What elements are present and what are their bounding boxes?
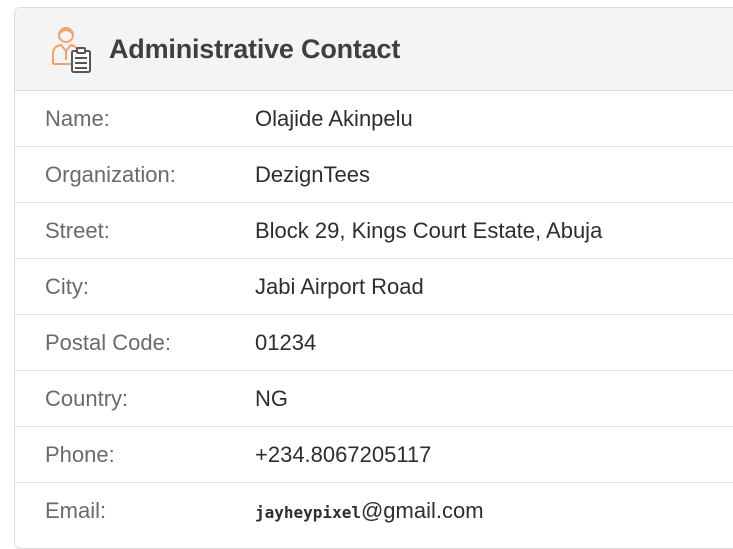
field-label: Email: bbox=[45, 497, 107, 523]
panel-title: Administrative Contact bbox=[109, 33, 401, 64]
field-value: Jabi Airport Road bbox=[255, 273, 424, 299]
field-label: Phone: bbox=[45, 441, 115, 467]
contact-details-list: Name: Olajide Akinpelu Organization: Dez… bbox=[15, 91, 733, 538]
email-value: jayheypixel@gmail.com bbox=[255, 498, 484, 524]
contact-row-phone: Phone: +234.8067205117 bbox=[15, 427, 733, 483]
field-label: Postal Code: bbox=[45, 329, 171, 355]
contact-clipboard-icon bbox=[51, 24, 95, 74]
field-label: Name: bbox=[45, 105, 110, 131]
field-label: Street: bbox=[45, 217, 110, 243]
field-value: 01234 bbox=[255, 329, 317, 355]
email-domain: @gmail.com bbox=[360, 497, 484, 523]
email-user-image-text: jayheypixel bbox=[255, 502, 361, 522]
contact-row-city: City: Jabi Airport Road bbox=[15, 259, 733, 315]
field-value: NG bbox=[255, 385, 288, 411]
contact-row-street: Street: Block 29, Kings Court Estate, Ab… bbox=[15, 203, 733, 259]
contact-row-name: Name: Olajide Akinpelu bbox=[15, 91, 733, 147]
contact-row-postal-code: Postal Code: 01234 bbox=[15, 315, 733, 371]
field-label: City: bbox=[45, 273, 89, 299]
panel-header: Administrative Contact bbox=[15, 8, 733, 91]
field-value: +234.8067205117 bbox=[255, 441, 432, 467]
field-value: DezignTees bbox=[255, 161, 370, 187]
field-value: Olajide Akinpelu bbox=[255, 105, 413, 131]
contact-row-email: Email: jayheypixel@gmail.com bbox=[15, 483, 733, 538]
contact-row-country: Country: NG bbox=[15, 371, 733, 427]
field-label: Country: bbox=[45, 385, 129, 411]
administrative-contact-panel: Administrative Contact Name: Olajide Aki… bbox=[14, 7, 733, 549]
field-value: Block 29, Kings Court Estate, Abuja bbox=[255, 217, 603, 243]
field-label: Organization: bbox=[45, 161, 176, 187]
contact-row-organization: Organization: DezignTees bbox=[15, 147, 733, 203]
